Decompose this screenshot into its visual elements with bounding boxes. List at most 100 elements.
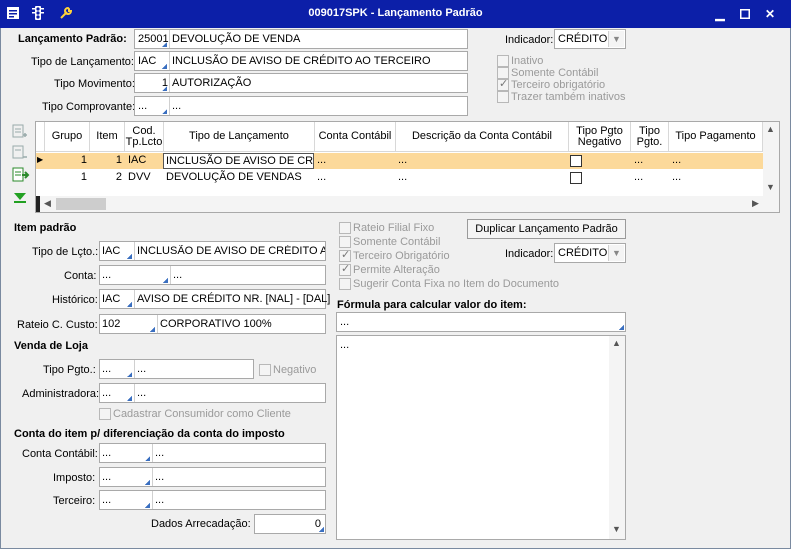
tipo-comprovante-label: Tipo Comprovante: [42, 101, 136, 113]
item-indicador-select[interactable]: CRÉDITO ▼ [554, 243, 626, 263]
tipo-movimento-field[interactable]: 1 AUTORIZAÇÃO [134, 73, 468, 93]
rateio-label: Rateio C. Custo: [17, 319, 98, 331]
table-row[interactable]: ▶ 1 1 IAC INCLUSÃO DE AVISO DE CRÉD ... … [36, 153, 763, 169]
tipo-lcto-code: IAC [102, 245, 121, 257]
dados-arrecadacao-field[interactable]: 0 [254, 514, 326, 534]
cell-grupo: 1 [80, 154, 87, 166]
memo-scrollbar[interactable]: ▲ ▼ [609, 336, 625, 539]
cell-grupo: 1 [80, 171, 87, 183]
export-icon[interactable] [12, 167, 30, 186]
conta-desc: ... [173, 269, 183, 281]
tipo-pgto-code: ... [102, 363, 112, 375]
cell-conta: ... [317, 154, 327, 166]
imposto-field[interactable]: ... ... [99, 467, 326, 487]
tipo-comprovante-desc: ... [172, 100, 182, 112]
scroll-down-icon[interactable]: ▼ [612, 524, 621, 534]
chevron-down-icon: ▼ [608, 245, 624, 261]
cell-tipo-pagamento: ... [672, 154, 682, 166]
title-bar: 009017SPK - Lançamento Padrão ▁ ✕ [0, 0, 791, 28]
formula-field[interactable]: ... [336, 312, 626, 332]
scroll-up-icon[interactable]: ▲ [612, 338, 621, 348]
cell-cod: IAC [128, 154, 147, 166]
col-item-label: Item [96, 130, 118, 142]
col-tipo-lancamento-header[interactable]: Tipo de Lançamento [164, 122, 315, 152]
col-cod-header[interactable]: Cod. Tp.Lcto [125, 122, 164, 152]
historico-field[interactable]: IAC AVISO DE CRÉDITO NR. [NAL] - [DAL] [99, 289, 330, 309]
item-somente-contabil-label: Somente Contábil [353, 236, 441, 248]
tipo-lancamento-label: Tipo de Lançamento: [31, 56, 134, 68]
trazer-inativos-checkbox[interactable] [497, 91, 509, 103]
scroll-thumb[interactable] [56, 198, 106, 210]
cell-negativo-checkbox[interactable] [570, 172, 582, 184]
col-cod-label-1: Cod. [132, 124, 156, 137]
rateio-field[interactable]: 102 CORPORATIVO 100% [99, 314, 326, 334]
imposto-code: ... [102, 471, 112, 483]
lancamento-padrao-field[interactable]: 25001 DEVOLUÇÃO DE VENDA [134, 29, 468, 49]
tipo-movimento-label: Tipo Movimento: [54, 78, 135, 90]
tipo-comprovante-field[interactable]: ... ... [134, 96, 468, 116]
scroll-down-icon[interactable]: ▼ [766, 182, 775, 192]
col-tipo-pgto-label-2: Pgto. [636, 135, 663, 148]
cell-tipo-lancamento: DEVOLUÇÃO DE VENDAS [166, 171, 302, 183]
item-indicador-label: Indicador: [505, 248, 554, 260]
historico-desc: AVISO DE CRÉDITO NR. [NAL] - [DAL] [137, 293, 331, 305]
grid-horizontal-scrollbar[interactable]: ◀ ▶ [36, 196, 779, 212]
dados-arrecadacao-label: Dados Arrecadação: [151, 518, 251, 530]
imposto-desc: ... [155, 471, 165, 483]
indicador-select[interactable]: CRÉDITO ▼ [554, 29, 626, 49]
scroll-up-icon[interactable]: ▲ [766, 124, 775, 134]
permite-alteracao-checkbox[interactable] [339, 262, 351, 276]
historico-label: Histórico: [52, 294, 98, 306]
rateio-filial-fixo-checkbox[interactable] [339, 222, 351, 234]
maximize-icon[interactable] [737, 6, 753, 22]
item-terceiro-obrigatorio-checkbox[interactable] [339, 248, 351, 262]
close-icon[interactable]: ✕ [762, 6, 778, 22]
negativo-checkbox[interactable] [259, 364, 271, 376]
cadastrar-consumidor-label: Cadastrar Consumidor como Cliente [113, 408, 291, 420]
conta-contabil-field[interactable]: ... ... [99, 443, 326, 463]
chevron-down-icon: ▼ [608, 31, 624, 47]
scroll-left-icon[interactable]: ◀ [44, 198, 51, 209]
col-tipo-pgto-header[interactable]: Tipo Pgto. [631, 122, 669, 152]
items-grid[interactable]: Grupo Item Cod. Tp.Lcto Tipo de Lançament… [35, 121, 780, 213]
col-tipo-pagamento-header[interactable]: Tipo Pagamento [669, 122, 763, 152]
grid-vertical-scrollbar[interactable]: ▲ ▼ [763, 122, 779, 196]
col-item-header[interactable]: Item [90, 122, 125, 152]
col-descricao-header[interactable]: Descrição da Conta Contábil [396, 122, 569, 152]
col-conta-contabil-header[interactable]: Conta Contábil [315, 122, 396, 152]
administradora-code: ... [102, 387, 112, 399]
tipo-lcto-field[interactable]: IAC INCLUSÃO DE AVISO DE CRÉDITO AO T [99, 241, 326, 261]
formula-memo[interactable]: ... ▲ ▼ [336, 335, 626, 540]
cadastrar-consumidor-checkbox[interactable] [99, 408, 111, 420]
inativo-checkbox[interactable] [497, 55, 509, 67]
conta-field[interactable]: ... ... [99, 265, 326, 285]
delete-row-icon[interactable] [12, 145, 28, 164]
lancamento-padrao-desc: DEVOLUÇÃO DE VENDA [172, 33, 301, 45]
item-somente-contabil-checkbox[interactable] [339, 236, 351, 248]
cell-negativo-checkbox[interactable] [570, 155, 582, 167]
insert-row-icon[interactable] [12, 124, 28, 143]
formula-value: ... [340, 316, 350, 328]
terceiro-obrigatorio-checkbox[interactable] [497, 77, 509, 91]
inativo-label: Inativo [511, 55, 544, 67]
conta-code: ... [102, 269, 112, 281]
move-down-icon[interactable] [12, 191, 28, 208]
col-grupo-header[interactable]: Grupo [45, 122, 90, 152]
scroll-right-icon[interactable]: ▶ [752, 198, 759, 209]
minimize-icon[interactable]: ▁ [712, 6, 728, 22]
cell-descricao: ... [398, 171, 408, 183]
grid-indicator-header [36, 122, 45, 152]
item-indicador-value: CRÉDITO [558, 247, 608, 259]
terceiro-field[interactable]: ... ... [99, 490, 326, 510]
cell-tipo-lancamento-editor[interactable]: INCLUSÃO DE AVISO DE CRÉD [163, 153, 314, 169]
sugerir-conta-fixa-checkbox[interactable] [339, 278, 351, 290]
tipo-pgto-field[interactable]: ... ... [99, 359, 254, 379]
col-grupo-label: Grupo [51, 130, 83, 142]
table-row[interactable]: 1 2 DVV DEVOLUÇÃO DE VENDAS ... ... ... … [36, 170, 763, 186]
rateio-desc: CORPORATIVO 100% [160, 318, 272, 330]
col-tipo-pgto-negativo-header[interactable]: Tipo Pgto Negativo [569, 122, 631, 152]
administradora-field[interactable]: ... ... [99, 383, 326, 403]
duplicar-lancamento-button[interactable]: Duplicar Lançamento Padrão [467, 219, 626, 239]
tipo-lancamento-field[interactable]: IAC INCLUSÃO DE AVISO DE CRÉDITO AO TERC… [134, 51, 468, 71]
indicador-value: CRÉDITO [558, 33, 608, 45]
